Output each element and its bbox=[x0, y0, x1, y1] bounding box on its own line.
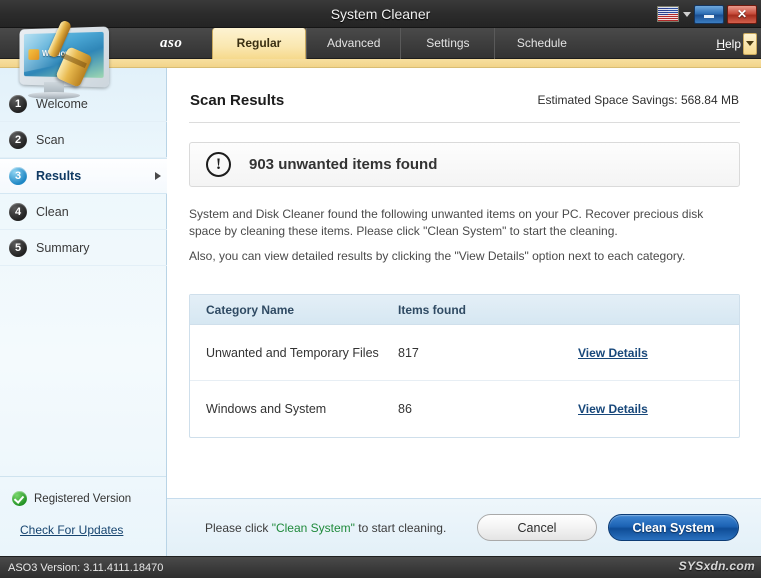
step-number-badge: 5 bbox=[9, 239, 27, 257]
minimize-button[interactable] bbox=[694, 5, 724, 24]
footer-message: Please click "Clean System" to start cle… bbox=[205, 521, 446, 535]
sidebar-item-label: Results bbox=[36, 169, 81, 183]
step-number-badge: 3 bbox=[9, 167, 27, 185]
exclamation-circle-icon: ! bbox=[206, 152, 231, 177]
cell-category: Windows and System bbox=[190, 402, 398, 416]
alert-message: 903 unwanted items found bbox=[249, 156, 437, 173]
sidebar-item-label: Clean bbox=[36, 205, 69, 219]
sidebar-item-summary[interactable]: 5 Summary bbox=[0, 230, 167, 266]
help-dropdown-button[interactable] bbox=[743, 33, 757, 55]
tab-schedule[interactable]: Schedule bbox=[494, 28, 588, 59]
cancel-button[interactable]: Cancel bbox=[477, 514, 597, 541]
accent-strip bbox=[0, 59, 761, 68]
column-header-items: Items found bbox=[398, 303, 578, 317]
tab-advanced[interactable]: Advanced bbox=[306, 28, 400, 59]
step-number-badge: 2 bbox=[9, 131, 27, 149]
sidebar-item-label: Scan bbox=[36, 133, 65, 147]
help-label-rest: elp bbox=[725, 37, 741, 51]
chevron-down-icon[interactable] bbox=[683, 12, 691, 17]
registered-status: Registered Version bbox=[12, 491, 131, 506]
chevron-down-icon bbox=[746, 41, 754, 46]
cell-category: Unwanted and Temporary Files bbox=[190, 346, 398, 360]
table-row: Windows and System 86 View Details bbox=[190, 381, 739, 437]
chevron-right-icon bbox=[155, 172, 161, 180]
registered-label: Registered Version bbox=[34, 493, 131, 505]
sidebar-item-scan[interactable]: 2 Scan bbox=[0, 122, 167, 158]
sidebar-item-label: Welcome bbox=[36, 97, 88, 111]
table-header-row: Category Name Items found bbox=[190, 295, 739, 325]
tab-list: Regular Advanced Settings Schedule bbox=[160, 28, 588, 59]
page-title: Scan Results bbox=[190, 92, 284, 109]
tab-settings[interactable]: Settings bbox=[400, 28, 494, 59]
sidebar-item-label: Summary bbox=[36, 241, 89, 255]
help-area: Help bbox=[716, 28, 757, 59]
estimated-savings-label: Estimated Space Savings: 568.84 MB bbox=[538, 93, 739, 107]
help-accel-letter: H bbox=[716, 37, 725, 51]
column-header-category: Category Name bbox=[190, 303, 398, 317]
footer-message-suffix: to start cleaning. bbox=[355, 521, 446, 535]
cell-action: View Details bbox=[578, 344, 718, 362]
action-bar: Please click "Clean System" to start cle… bbox=[167, 498, 761, 556]
version-label: ASO3 Version: 3.11.4111.18470 bbox=[8, 557, 163, 578]
sidebar: 1 Welcome 2 Scan 3 Results 4 Clean 5 Sum… bbox=[0, 68, 167, 556]
main-content: Scan Results Estimated Space Savings: 56… bbox=[167, 68, 761, 556]
window-title: System Cleaner bbox=[0, 0, 761, 28]
step-number-badge: 1 bbox=[9, 95, 27, 113]
application-window: System Cleaner ✕ aso Regular Advanced Se… bbox=[0, 0, 761, 578]
footer-message-highlight: "Clean System" bbox=[272, 521, 355, 535]
cell-items-found: 86 bbox=[398, 402, 578, 416]
flag-stripes bbox=[658, 7, 678, 21]
footer-message-prefix: Please click bbox=[205, 521, 272, 535]
status-bar: ASO3 Version: 3.11.4111.18470 SYSxdn.com bbox=[0, 556, 761, 578]
results-table: Category Name Items found Unwanted and T… bbox=[189, 294, 740, 438]
sidebar-item-results[interactable]: 3 Results bbox=[0, 158, 167, 194]
clean-system-button[interactable]: Clean System bbox=[608, 514, 739, 541]
help-link[interactable]: Help bbox=[716, 37, 741, 51]
view-details-link[interactable]: View Details bbox=[578, 346, 648, 360]
sidebar-nav-list: 1 Welcome 2 Scan 3 Results 4 Clean 5 Sum… bbox=[0, 86, 167, 266]
watermark-label: SYSxdn.com bbox=[679, 559, 755, 573]
title-divider bbox=[189, 122, 740, 123]
title-bar: System Cleaner ✕ bbox=[0, 0, 761, 28]
view-details-link[interactable]: View Details bbox=[578, 402, 648, 416]
tab-regular[interactable]: Regular bbox=[212, 28, 306, 59]
check-for-updates-link[interactable]: Check For Updates bbox=[20, 523, 123, 537]
description-paragraph-2: Also, you can view detailed results by c… bbox=[189, 248, 737, 265]
sidebar-footer: Registered Version Check For Updates bbox=[0, 476, 166, 556]
step-number-badge: 4 bbox=[9, 203, 27, 221]
close-button[interactable]: ✕ bbox=[727, 5, 757, 24]
check-circle-icon bbox=[12, 491, 27, 506]
window-controls: ✕ bbox=[657, 3, 757, 25]
results-alert-banner: ! 903 unwanted items found bbox=[189, 142, 740, 187]
cell-action: View Details bbox=[578, 400, 718, 418]
cell-items-found: 817 bbox=[398, 346, 578, 360]
sidebar-item-clean[interactable]: 4 Clean bbox=[0, 194, 167, 230]
sidebar-item-welcome[interactable]: 1 Welcome bbox=[0, 86, 167, 122]
us-flag-icon[interactable] bbox=[657, 6, 679, 22]
table-row: Unwanted and Temporary Files 817 View De… bbox=[190, 325, 739, 381]
description-paragraph-1: System and Disk Cleaner found the follow… bbox=[189, 206, 737, 240]
